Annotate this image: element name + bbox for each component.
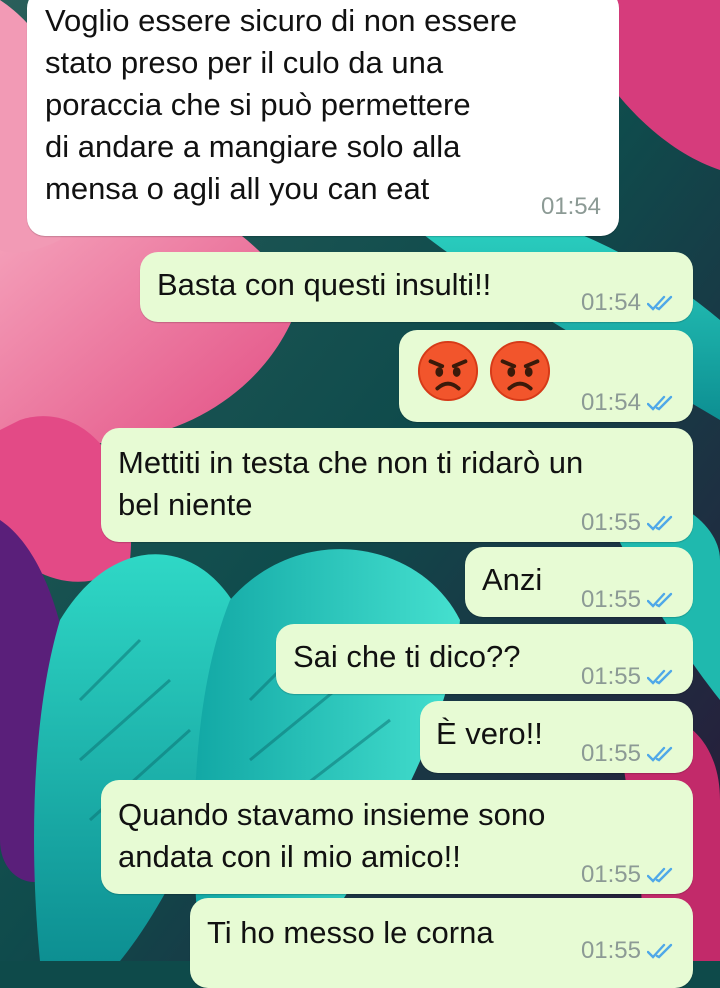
message-time: 01:55 <box>580 861 641 888</box>
message-meta: 01:54 <box>541 186 601 228</box>
message-bubble-outgoing[interactable]: Mettiti in testa che non ti ridarò un be… <box>101 428 693 542</box>
read-receipt-icon <box>647 295 673 311</box>
angry-face-icon <box>417 340 479 402</box>
message-text: Basta con questi insulti!! <box>157 267 492 302</box>
read-receipt-icon <box>647 746 673 762</box>
message-meta: 01:55 <box>581 502 677 544</box>
message-text: Anzi <box>482 562 543 597</box>
message-bubble-outgoing[interactable]: 01:54 <box>399 330 693 422</box>
message-bubble-outgoing[interactable]: Anzi 01:55 <box>465 547 693 617</box>
read-receipt-icon <box>647 943 673 959</box>
message-time: 01:54 <box>580 289 641 316</box>
message-text: Voglio essere sicuro di non essere stato… <box>45 3 518 206</box>
message-meta: 01:54 <box>581 382 677 424</box>
message-bubble-outgoing[interactable]: È vero!! 01:55 <box>420 701 693 773</box>
message-bubble-incoming[interactable]: Voglio essere sicuro di non essere stato… <box>27 0 619 236</box>
message-time: 01:55 <box>580 663 641 690</box>
message-bubble-outgoing[interactable]: Ti ho messo le corna 01:55 <box>190 898 693 988</box>
message-list: Voglio essere sicuro di non essere stato… <box>0 0 720 988</box>
message-time: 01:55 <box>580 740 641 767</box>
read-receipt-icon <box>647 592 673 608</box>
message-meta: 01:55 <box>581 854 677 896</box>
message-meta: 01:54 <box>581 282 677 324</box>
message-bubble-outgoing[interactable]: Sai che ti dico?? 01:55 <box>276 624 693 694</box>
message-time: 01:54 <box>540 193 601 220</box>
angry-face-icon <box>489 340 551 402</box>
message-meta: 01:55 <box>581 656 677 698</box>
message-meta: 01:55 <box>581 733 677 775</box>
message-time: 01:55 <box>580 586 641 613</box>
message-time: 01:55 <box>580 937 641 964</box>
message-text: Sai che ti dico?? <box>293 639 521 674</box>
message-text: Mettiti in testa che non ti ridarò un be… <box>118 445 584 522</box>
message-time: 01:54 <box>580 389 641 416</box>
emoji-row <box>417 340 551 402</box>
read-receipt-icon <box>647 515 673 531</box>
read-receipt-icon <box>647 867 673 883</box>
message-bubble-outgoing[interactable]: Basta con questi insulti!! 01:54 <box>140 252 693 322</box>
message-meta: 01:55 <box>581 930 677 972</box>
message-text: È vero!! <box>436 716 543 751</box>
message-time: 01:55 <box>580 509 641 536</box>
message-text: Ti ho messo le corna <box>207 915 494 950</box>
read-receipt-icon <box>647 395 673 411</box>
message-meta: 01:55 <box>581 579 677 621</box>
message-text: Quando stavamo insieme sono andata con i… <box>118 797 546 874</box>
read-receipt-icon <box>647 669 673 685</box>
message-bubble-outgoing[interactable]: Quando stavamo insieme sono andata con i… <box>101 780 693 894</box>
